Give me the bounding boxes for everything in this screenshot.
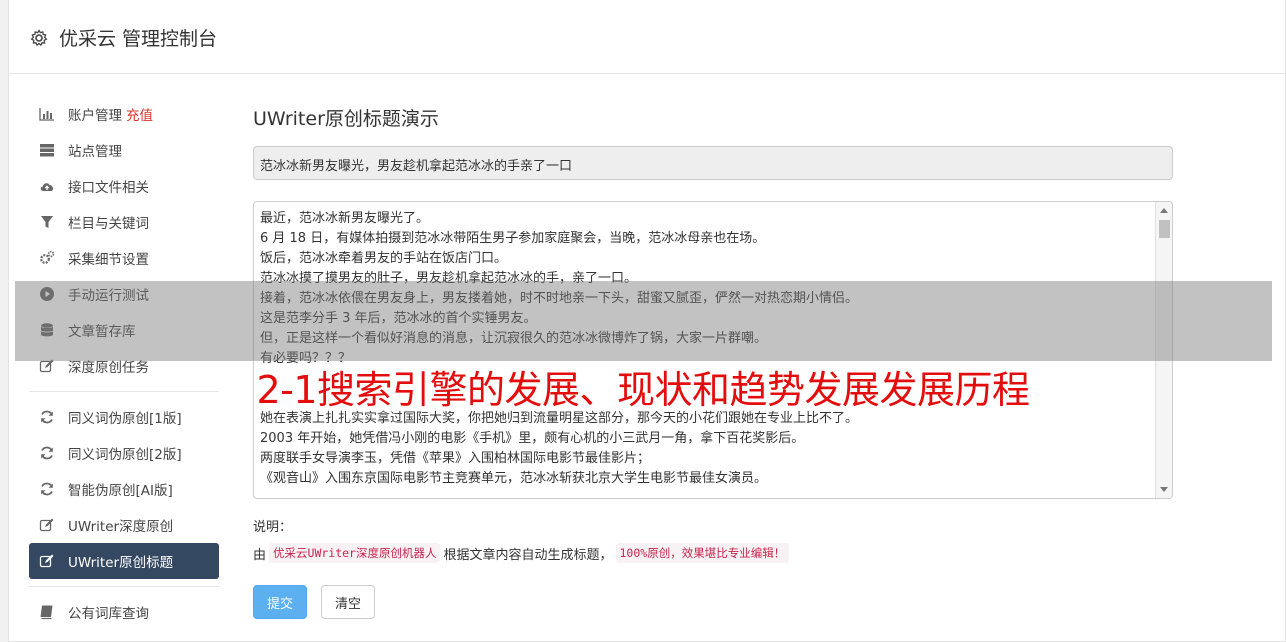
note-highlight: 100%原创，效果堪比专业编辑！ <box>615 543 790 563</box>
sidebar-item-3-group2[interactable]: 智能伪原创[AI版] <box>29 471 219 507</box>
edit-icon <box>39 553 55 569</box>
book-icon <box>39 604 55 620</box>
submit-button[interactable]: 提交 <box>253 585 307 619</box>
note-prefix: 由 <box>253 547 267 563</box>
sidebar-item-1-group3[interactable]: 公有词库查询 <box>29 594 219 630</box>
note-label: 说明： <box>253 520 293 535</box>
article-line: 6 月 18 日，有媒体拍摄到范冰冰带陌生男子参加家庭聚会，当晚，范冰冰母亲也在… <box>260 231 766 246</box>
sidebar-item-label: 接口文件相关 <box>68 180 149 196</box>
scroll-up-icon[interactable] <box>1160 208 1168 213</box>
brand: 优采云 管理控制台 <box>29 24 217 51</box>
sidebar-item-label: 公有词库查询 <box>68 606 149 622</box>
clear-button[interactable]: 清空 <box>321 585 375 619</box>
sidebar-item-4-group1[interactable]: 栏目与关键词 <box>29 204 219 240</box>
sidebar-item-1-group1[interactable]: 账户管理 充值 <box>29 96 219 132</box>
article-line: 2003 年开始，她凭借冯小刚的电影《手机》里，颇有心机的小三武月一角，拿下百花… <box>260 431 805 446</box>
sidebar-item-5-group2[interactable]: UWriter原创标题 <box>29 543 219 579</box>
header: 优采云 管理控制台 <box>9 0 1285 74</box>
article-line: 饭后，范冰冰牵着男友的手站在饭店门口。 <box>260 251 508 266</box>
generated-title-field[interactable]: 范冰冰新男友曝光，男友趁机拿起范冰冰的手亲了一口 <box>253 146 1173 180</box>
page-title: UWriter原创标题演示 <box>253 108 439 130</box>
sidebar-item-2-group1[interactable]: 站点管理 <box>29 132 219 168</box>
sidebar-item-label: 采集细节设置 <box>68 252 149 268</box>
note-middle: 根据文章内容自动生成标题， <box>443 547 613 563</box>
scroll-down-icon[interactable] <box>1160 487 1168 492</box>
sidebar-item-4-group2[interactable]: UWriter深度原创 <box>29 507 219 543</box>
article-line: 《观音山》入围东京国际电影节主竞赛单元，范冰冰斩获北京大学生电影节最佳女演员。 <box>260 471 768 486</box>
scroll-thumb[interactable] <box>1159 220 1170 238</box>
edit-icon <box>39 517 55 533</box>
recharge-link[interactable]: 充值 <box>126 104 153 124</box>
sidebar-item-2-group2[interactable]: 同义词伪原创[2版] <box>29 435 219 471</box>
button-row: 提交 清空 <box>253 585 1173 619</box>
sidebar-item-label: UWriter原创标题 <box>68 555 174 571</box>
gear-icon <box>30 28 48 46</box>
sidebar-divider <box>29 586 219 587</box>
gears-icon <box>39 250 55 266</box>
sidebar-item-label: 站点管理 <box>68 144 122 160</box>
brand-title: 优采云 管理控制台 <box>59 28 218 50</box>
sidebar-item-label: 账户管理 <box>68 108 122 124</box>
sidebar-item-label: UWriter深度原创 <box>68 519 174 535</box>
article-line: 两度联手女导演李玉，凭借《苹果》入围柏林国际电影节最佳影片； <box>260 451 651 466</box>
note-robot-name: 优采云UWriter深度原创机器人 <box>269 543 441 563</box>
overlay-band <box>15 281 1272 361</box>
sidebar-item-label: 栏目与关键词 <box>68 216 149 232</box>
refresh-icon <box>39 481 55 497</box>
sidebar-item-5-group1[interactable]: 采集细节设置 <box>29 240 219 276</box>
sidebar-item-3-group1[interactable]: 接口文件相关 <box>29 168 219 204</box>
refresh-icon <box>39 445 55 461</box>
overlay-caption: 2-1搜索引擎的发展、现状和趋势发展发展历程 <box>256 368 1030 412</box>
note: 由 优采云UWriter深度原创机器人 根据文章内容自动生成标题， 100%原创… <box>253 543 1173 563</box>
sidebar-item-label: 智能伪原创[AI版] <box>68 483 173 499</box>
article-line: 最近，范冰冰新男友曝光了。 <box>260 211 430 226</box>
bar-chart-icon <box>39 106 55 122</box>
cloud-upload-icon <box>39 178 55 194</box>
server-icon <box>39 142 55 158</box>
filter-icon <box>39 214 55 230</box>
sidebar-item-label: 同义词伪原创[2版] <box>68 447 182 463</box>
